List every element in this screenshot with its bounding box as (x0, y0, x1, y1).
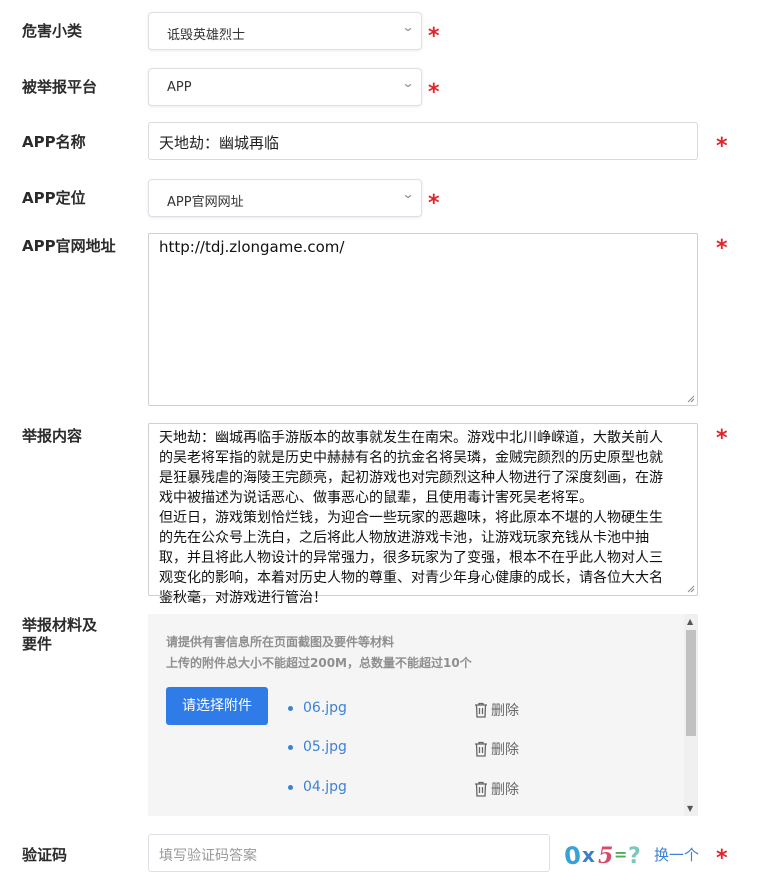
svg-text:x: x (582, 843, 595, 867)
attachment-filename: 05.jpg (303, 739, 347, 755)
delete-label: 删除 (491, 703, 519, 719)
platform-value: APP (167, 80, 192, 95)
resize-grip-icon[interactable] (686, 584, 695, 593)
hazard-subtype-value: 诋毁英雄烈士 (167, 28, 246, 43)
attachment-filename: 04.jpg (303, 779, 347, 795)
attachment-panel: 请提供有害信息所在页面截图及要件等材料 上传的附件总大小不能超过200M，总数量… (148, 614, 698, 816)
choose-attachment-button[interactable]: 请选择附件 (166, 687, 268, 725)
attachment-scrollbar[interactable]: ▲ ▼ (684, 614, 698, 816)
captcha-label: 验证码 (22, 846, 68, 864)
scrollbar-thumb[interactable] (686, 630, 696, 736)
app-url-value: http://tdj.zlongame.com/ (159, 238, 345, 256)
required-mark: * (716, 846, 728, 871)
required-mark: * (428, 191, 440, 216)
attachments-label-line2: 要件 (22, 635, 53, 653)
captcha-input[interactable]: 填写验证码答案 (148, 834, 550, 872)
delete-attachment-button[interactable]: 删除 (474, 739, 519, 759)
app-name-input[interactable]: 天地劫：幽城再临 (148, 122, 698, 160)
required-mark: * (428, 24, 440, 49)
bullet-icon (288, 744, 293, 750)
attachment-file[interactable]: 06.jpg (288, 700, 347, 716)
svg-text:0: 0 (563, 841, 583, 868)
app-name-value: 天地劫：幽城再临 (159, 134, 280, 152)
delete-label: 删除 (491, 782, 519, 798)
required-mark: * (716, 426, 728, 451)
chevron-down-icon: ⌄ (401, 20, 415, 34)
svg-text:=: = (614, 845, 627, 864)
delete-attachment-button[interactable]: 删除 (474, 700, 519, 720)
app-position-label: APP定位 (22, 189, 86, 207)
chevron-down-icon: ⌄ (401, 187, 415, 201)
attachment-hint-1: 请提供有害信息所在页面截图及要件等材料 (166, 635, 395, 649)
resize-grip-icon[interactable] (686, 394, 695, 403)
scroll-down-arrow-icon[interactable]: ▼ (687, 804, 693, 813)
bullet-icon (288, 784, 293, 790)
trash-icon (475, 741, 487, 757)
attachment-hint-2: 上传的附件总大小不能超过200M，总数量不能超过10个 (166, 656, 472, 670)
attachment-filename: 06.jpg (303, 700, 347, 716)
delete-attachment-button[interactable]: 删除 (474, 779, 519, 799)
platform-select[interactable]: APP ⌄ (148, 68, 422, 106)
required-mark: * (716, 236, 728, 261)
trash-icon (475, 702, 487, 718)
report-content-textarea[interactable]: 天地劫：幽城再临手游版本的故事就发生在南宋。游戏中北川峥嵘道，大散关前人 的吴老… (148, 423, 698, 606)
hazard-subtype-select[interactable]: 诋毁英雄烈士 ⌄ (148, 12, 422, 50)
app-position-value: APP官网网址 (167, 195, 244, 210)
svg-text:5: 5 (598, 843, 613, 868)
delete-label: 删除 (491, 742, 519, 758)
trash-icon (475, 781, 487, 797)
hazard-subtype-label: 危害小类 (22, 22, 83, 40)
app-name-label: APP名称 (22, 133, 86, 151)
attachment-file[interactable]: 05.jpg (288, 739, 347, 755)
app-url-label: APP官网地址 (22, 237, 116, 255)
chevron-down-icon: ⌄ (401, 76, 415, 90)
attachment-file[interactable]: 04.jpg (288, 779, 347, 795)
captcha-placeholder: 填写验证码答案 (159, 848, 257, 864)
attachments-label-line1: 举报材料及 (22, 616, 98, 634)
report-content-label: 举报内容 (22, 427, 83, 445)
captcha-image: 0 x 5 = ? (563, 841, 641, 868)
required-mark: * (716, 134, 728, 159)
platform-label: 被举报平台 (22, 78, 98, 96)
scroll-up-arrow-icon[interactable]: ▲ (687, 617, 693, 626)
report-content-value: 天地劫：幽城再临手游版本的故事就发生在南宋。游戏中北川峥嵘道，大散关前人 的吴老… (159, 430, 663, 606)
app-position-select[interactable]: APP官网网址 ⌄ (148, 179, 422, 217)
app-url-textarea[interactable]: http://tdj.zlongame.com/ (148, 233, 698, 406)
required-mark: * (428, 80, 440, 105)
bullet-icon (288, 705, 293, 711)
svg-text:?: ? (628, 844, 641, 868)
refresh-captcha-link[interactable]: 换一个 (654, 844, 699, 865)
